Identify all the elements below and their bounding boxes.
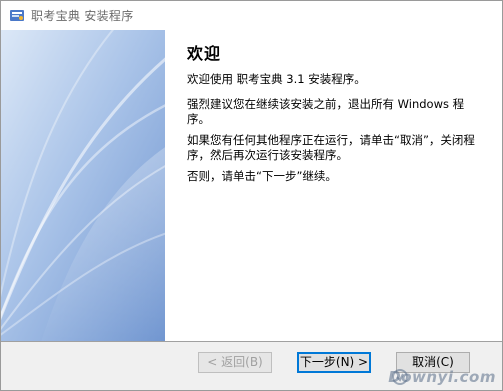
- welcome-text-area: 欢迎 欢迎使用 职考宝典 3.1 安装程序。 强烈建议您在继续该安装之前，退出所…: [187, 38, 487, 183]
- title-bar: 职考宝典 安装程序: [1, 1, 502, 30]
- window-title: 职考宝典 安装程序: [31, 9, 134, 23]
- wizard-content: 欢迎 欢迎使用 职考宝典 3.1 安装程序。 强烈建议您在继续该安装之前，退出所…: [1, 30, 502, 342]
- welcome-paragraph-3: 如果您有任何其他程序正在运行，请单击“取消”，关闭程序，然后再次运行该安装程序。: [187, 133, 475, 162]
- welcome-paragraph-2: 强烈建议您在继续该安装之前，退出所有 Windows 程序。: [187, 97, 465, 126]
- welcome-paragraph-4: 否则，请单击“下一步”继续。: [187, 169, 337, 183]
- button-area-divider: [1, 341, 502, 342]
- side-banner-image: [1, 30, 165, 342]
- back-button[interactable]: < 返回(B): [198, 352, 272, 373]
- welcome-heading: 欢迎: [187, 44, 222, 63]
- installer-app-icon: [9, 7, 25, 23]
- next-button[interactable]: 下一步(N) >: [297, 352, 371, 373]
- welcome-paragraph-1: 欢迎使用 职考宝典 3.1 安装程序。: [187, 72, 366, 86]
- installer-window: 职考宝典 安装程序 欢迎 欢迎使用 职考宝典 3.1 安装程序。 强烈建议您在继…: [0, 0, 503, 391]
- watermark-text: Downyi.com: [388, 368, 496, 386]
